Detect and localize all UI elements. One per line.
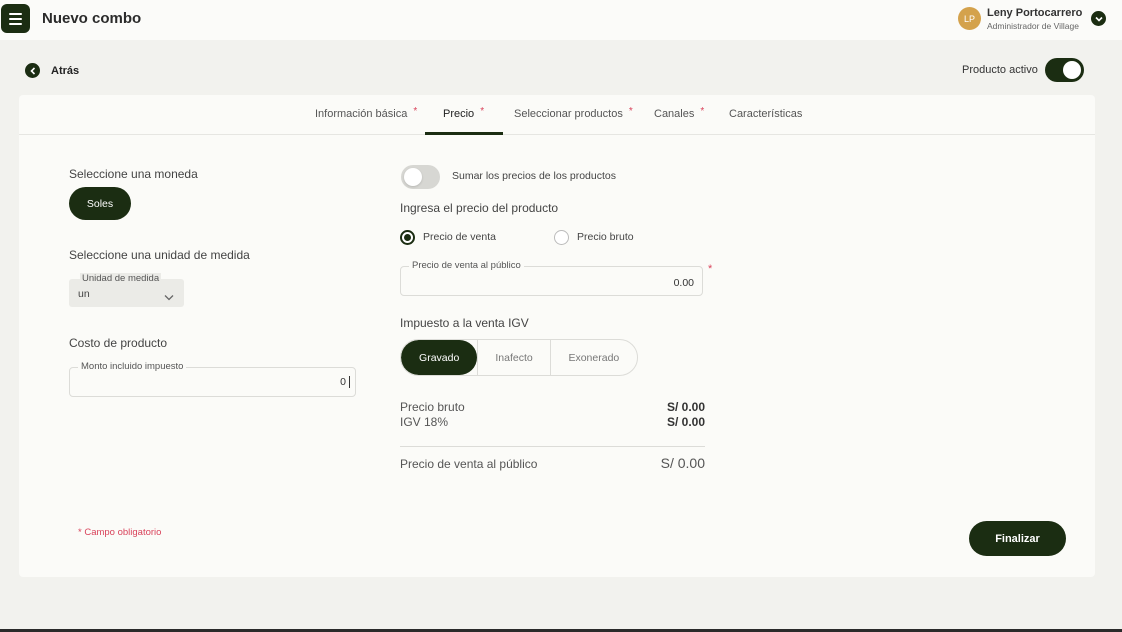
tab-caracteristicas[interactable]: Características	[729, 108, 802, 120]
tax-segmented-control: Gravado Inafecto Exonerado	[400, 339, 638, 376]
tab-seleccionar-productos[interactable]: Seleccionar productos *	[514, 106, 633, 120]
back-button[interactable]: Atrás	[25, 63, 79, 78]
tab-canales[interactable]: Canales *	[654, 106, 704, 120]
hamburger-menu-icon[interactable]	[1, 4, 30, 33]
radio-precio-venta[interactable]	[400, 230, 415, 245]
product-active-label: Producto activo	[962, 64, 1038, 76]
sum-prices-label: Sumar los precios de los productos	[452, 170, 616, 182]
unit-label: Seleccione una unidad de medida	[69, 248, 250, 262]
tab-informacion-basica[interactable]: Información básica *	[315, 106, 417, 120]
cost-input[interactable]: Monto incluido impuesto 0	[69, 361, 356, 397]
cost-value: 0	[340, 376, 346, 388]
user-role: Administrador de Village	[987, 21, 1079, 31]
product-active-toggle[interactable]	[1045, 58, 1084, 82]
radio-precio-bruto[interactable]	[554, 230, 569, 245]
public-price-value: 0.00	[673, 277, 694, 289]
chevron-down-icon	[164, 288, 174, 306]
igv-label: IGV 18%	[400, 415, 449, 429]
gross-price-label: Precio bruto	[400, 400, 465, 414]
page-title: Nuevo combo	[42, 10, 142, 27]
cost-field-label: Monto incluido impuesto	[78, 361, 187, 372]
required-mark: *	[708, 263, 713, 275]
total-value: S/ 0.00	[660, 455, 705, 471]
currency-label: Seleccione una moneda	[69, 167, 198, 181]
public-price-field-label: Precio de venta al público	[409, 260, 524, 271]
avatar[interactable]: LP	[958, 7, 981, 30]
price-heading: Ingresa el precio del producto	[400, 201, 559, 215]
radio-precio-bruto-label: Precio bruto	[577, 231, 634, 243]
gross-price-value: S/ 0.00	[666, 400, 705, 414]
tax-heading: Impuesto a la venta IGV	[400, 316, 529, 330]
required-note: * Campo obligatorio	[78, 527, 162, 538]
radio-precio-venta-label: Precio de venta	[423, 231, 496, 243]
active-tab-indicator	[425, 132, 503, 135]
back-label: Atrás	[51, 64, 80, 77]
top-bar: Nuevo combo LP Leny Portocarrero Adminis…	[0, 0, 1122, 40]
tab-precio[interactable]: Precio *	[443, 106, 484, 120]
sum-prices-toggle[interactable]	[401, 165, 440, 189]
finish-button[interactable]: Finalizar	[969, 521, 1066, 556]
tax-option-inafecto[interactable]: Inafecto	[477, 340, 551, 375]
currency-soles-button[interactable]: Soles	[69, 187, 131, 220]
unit-field-label: Unidad de medida	[80, 273, 162, 284]
unit-select[interactable]: Unidad de medida un	[69, 273, 184, 307]
tax-option-gravado[interactable]: Gravado	[401, 340, 478, 375]
cost-label: Costo de producto	[69, 336, 168, 350]
public-price-input[interactable]: Precio de venta al público 0.00	[400, 260, 703, 296]
tab-bar: Información básica * Precio * Seleccionar …	[19, 95, 1095, 135]
chevron-left-icon	[25, 63, 40, 78]
total-label: Precio de venta al público	[400, 457, 538, 471]
summary-divider	[400, 446, 705, 447]
unit-value: un	[78, 288, 90, 300]
tax-option-exonerado[interactable]: Exonerado	[551, 340, 637, 375]
main-card: Información básica * Precio * Seleccionar …	[19, 95, 1095, 577]
chevron-down-icon[interactable]	[1091, 11, 1106, 26]
user-name: Leny Portocarrero	[987, 7, 1083, 19]
text-cursor	[349, 376, 350, 388]
igv-value: S/ 0.00	[666, 415, 705, 429]
